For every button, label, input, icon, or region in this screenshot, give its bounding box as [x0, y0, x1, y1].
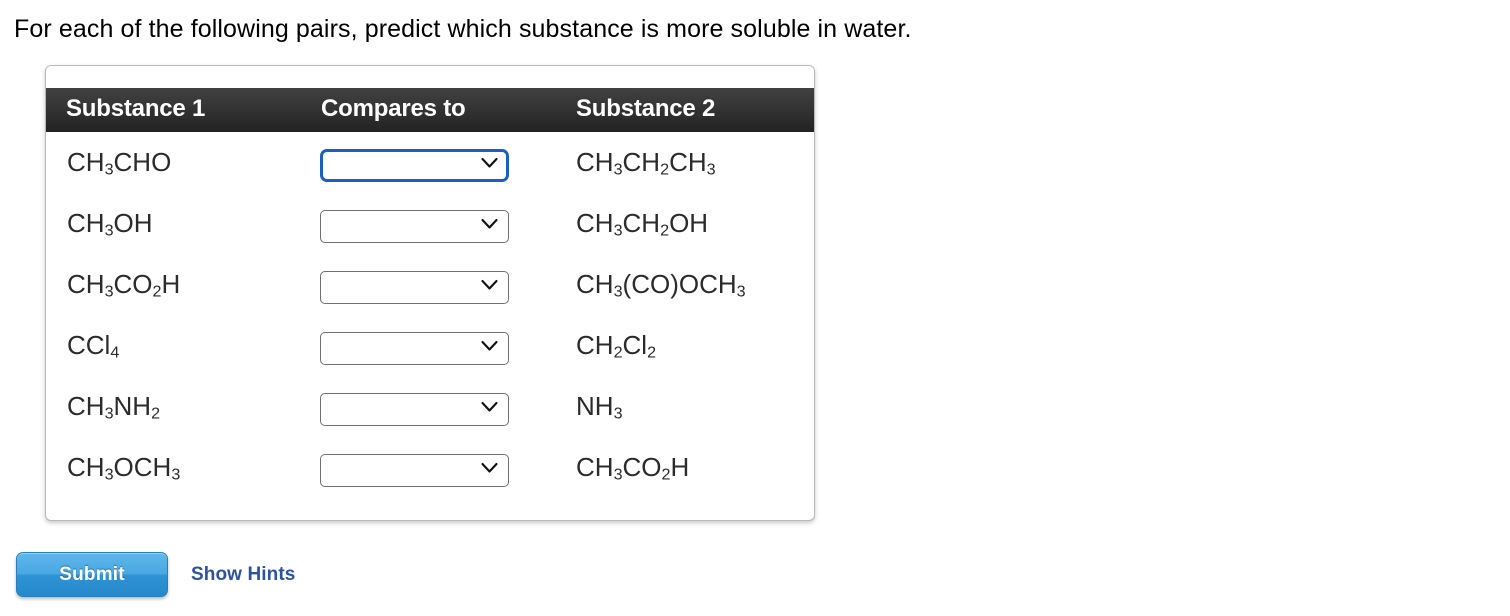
substance-1-cell: CH3NH2 — [46, 376, 305, 437]
column-header-compares-to: Compares to — [305, 88, 560, 132]
compares-to-cell — [305, 254, 560, 315]
substance-2-formula: CH3CH2OH — [576, 208, 709, 240]
compares-to-cell — [305, 315, 560, 376]
substance-2-formula: CH3CH2CH3 — [576, 147, 716, 179]
substance-1-formula: CH3CHO — [67, 147, 172, 179]
substance-1-cell: CH3OH — [46, 193, 305, 254]
table-header-row: Substance 1 Compares to Substance 2 — [46, 88, 814, 132]
table-row: CH3CHO CH3CH2CH3 — [46, 132, 814, 193]
substance-1-formula: CH3OH — [67, 208, 153, 240]
answer-select-4[interactable] — [320, 332, 509, 365]
answer-select-wrapper — [320, 390, 509, 426]
substance-2-cell: NH3 — [560, 376, 814, 437]
show-hints-link[interactable]: Show Hints — [191, 564, 295, 586]
answer-select-wrapper — [320, 329, 509, 365]
compares-to-cell — [305, 437, 560, 498]
substance-1-cell: CCl4 — [46, 315, 305, 376]
submit-button[interactable]: Submit — [16, 552, 168, 597]
substance-1-formula: CH3OCH3 — [67, 452, 181, 484]
table-row: CH3OH CH3CH2OH — [46, 193, 814, 254]
comparison-table: Substance 1 Compares to Substance 2 CH3C… — [46, 88, 814, 498]
substance-1-cell: CH3OCH3 — [46, 437, 305, 498]
column-header-substance-2: Substance 2 — [560, 88, 814, 132]
answer-select-6[interactable] — [320, 454, 509, 487]
table-row: CH3OCH3 CH3CO2H — [46, 437, 814, 498]
table-header: Substance 1 Compares to Substance 2 — [46, 88, 814, 132]
substance-1-cell: CH3CHO — [46, 132, 305, 193]
substance-2-cell: CH3CO2H — [560, 437, 814, 498]
page-title: For each of the following pairs, predict… — [14, 15, 912, 43]
answer-select-3[interactable] — [320, 271, 509, 304]
table-row: CH3CO2H CH3(CO)OCH3 — [46, 254, 814, 315]
substance-2-cell: CH2Cl2 — [560, 315, 814, 376]
answer-select-1[interactable] — [320, 149, 509, 182]
answer-select-5[interactable] — [320, 393, 509, 426]
substance-2-formula: CH3(CO)OCH3 — [576, 269, 746, 301]
comparison-panel: Substance 1 Compares to Substance 2 CH3C… — [45, 65, 815, 521]
substance-1-cell: CH3CO2H — [46, 254, 305, 315]
table-row: CH3NH2 NH3 — [46, 376, 814, 437]
substance-1-formula: CCl4 — [67, 330, 120, 362]
substance-1-formula: CH3NH2 — [67, 391, 161, 423]
panel-top-spacer — [46, 66, 814, 88]
compares-to-cell — [305, 132, 560, 193]
substance-2-cell: CH3CH2OH — [560, 193, 814, 254]
compares-to-cell — [305, 193, 560, 254]
answer-select-wrapper — [320, 268, 509, 304]
answer-select-wrapper — [320, 146, 509, 182]
answer-select-wrapper — [320, 451, 509, 487]
table-body: CH3CHO CH3CH2CH3 CH3OH CH3CH2OH CH3CO2H CH3(C… — [46, 132, 814, 498]
table-row: CCl4 CH2Cl2 — [46, 315, 814, 376]
substance-2-formula: NH3 — [576, 391, 623, 423]
substance-2-cell: CH3CH2CH3 — [560, 132, 814, 193]
answer-select-2[interactable] — [320, 210, 509, 243]
column-header-substance-1: Substance 1 — [46, 88, 305, 132]
answer-select-wrapper — [320, 207, 509, 243]
substance-2-cell: CH3(CO)OCH3 — [560, 254, 814, 315]
compares-to-cell — [305, 376, 560, 437]
action-bar: Submit Show Hints — [0, 548, 1510, 608]
substance-2-formula: CH3CO2H — [576, 452, 690, 484]
substance-2-formula: CH2Cl2 — [576, 330, 657, 362]
substance-1-formula: CH3CO2H — [67, 269, 181, 301]
